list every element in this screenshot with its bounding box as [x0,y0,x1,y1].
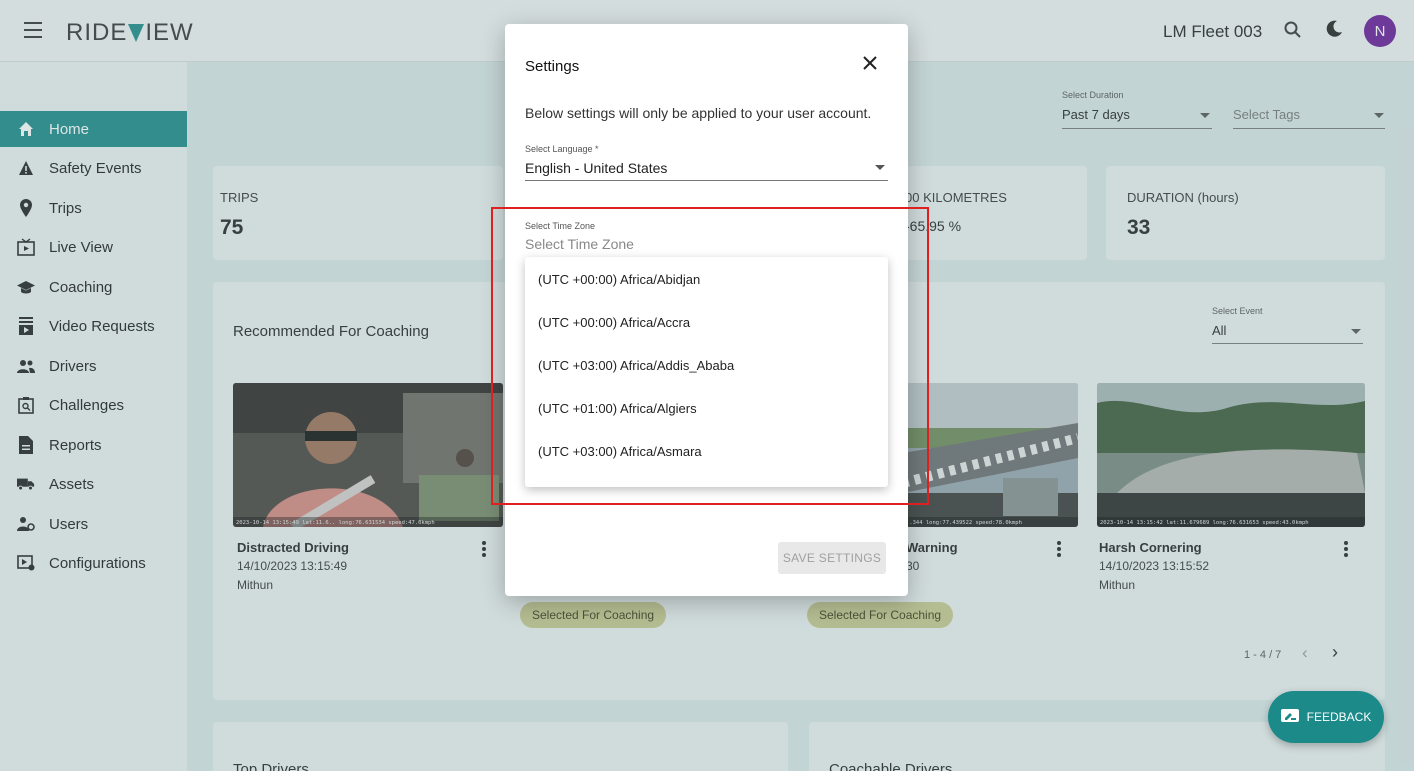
chevron-down-icon[interactable] [875,165,885,170]
feedback-button[interactable]: FEEDBACK [1268,691,1384,743]
dialog-title: Settings [525,58,580,75]
language-select-label: Select Language * [525,144,599,154]
close-icon[interactable] [861,54,879,72]
dialog-description: Below settings will only be applied to y… [525,105,872,121]
highlight-box [491,207,929,505]
feedback-icon [1280,709,1299,722]
save-settings-button[interactable]: SAVE SETTINGS [778,542,886,574]
feedback-label: FEEDBACK [1306,710,1372,724]
language-underline [525,180,888,181]
language-select[interactable]: English - United States [525,160,667,176]
